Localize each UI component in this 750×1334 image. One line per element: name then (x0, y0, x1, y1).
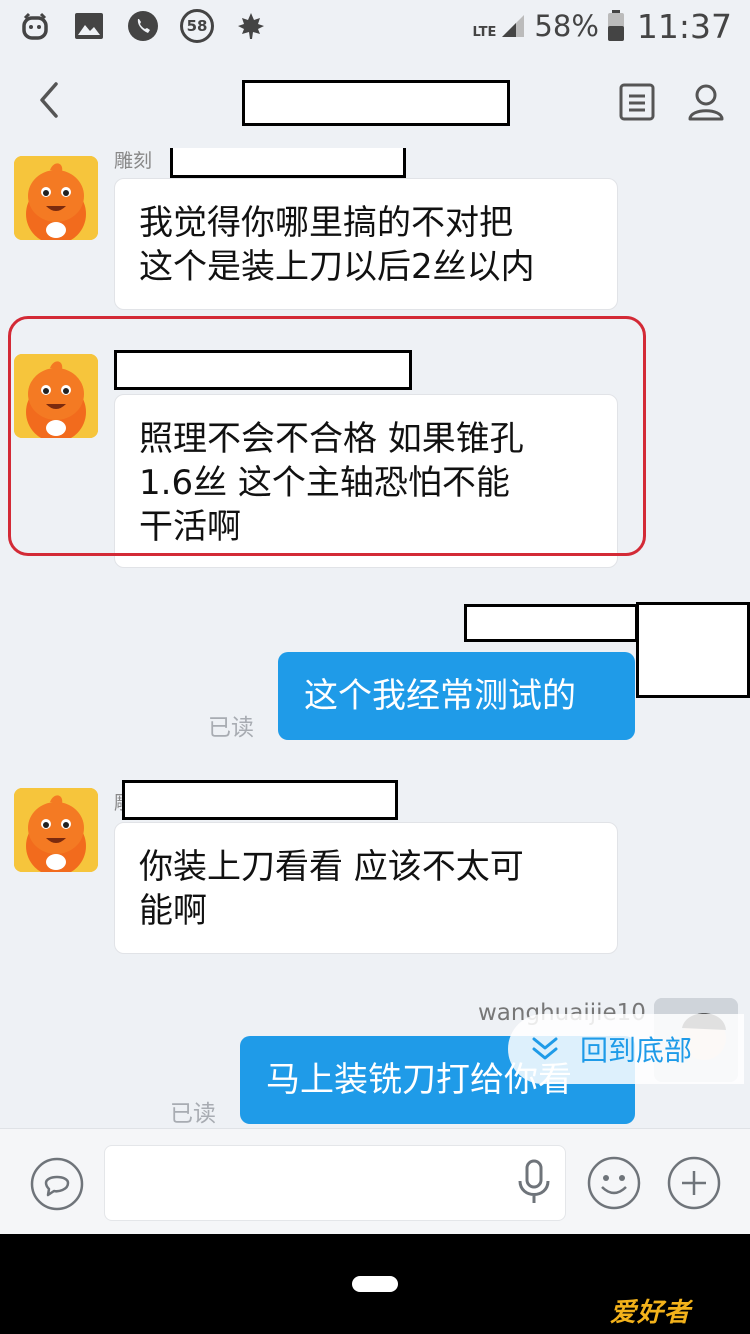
microphone-icon[interactable] (516, 1159, 552, 1205)
message-input[interactable] (104, 1145, 566, 1221)
sender-name: 雕刻 (114, 150, 153, 172)
chat-header (0, 52, 750, 148)
emoji-icon[interactable] (586, 1155, 642, 1211)
redacted-sender-name (122, 780, 398, 820)
message-list[interactable]: 雕刻 我觉得你哪里搞的不对把 这个是装上刀以后2丝以内 照理不会不合格 如果锥孔… (0, 148, 750, 1128)
scroll-to-bottom-label: 回到底部 (580, 1034, 693, 1067)
red-highlight-outline (8, 316, 646, 556)
robot-icon (18, 9, 52, 43)
battery-icon (607, 10, 624, 41)
redacted-my-name (464, 604, 638, 642)
maple-leaf-icon (234, 9, 268, 43)
signal-icon: LTE (473, 13, 527, 39)
scroll-to-bottom-button[interactable]: 回到底部 (508, 1014, 744, 1084)
redacted-my-avatar (636, 602, 750, 698)
sender-avatar[interactable] (14, 788, 98, 872)
back-button[interactable] (30, 80, 70, 120)
profile-icon[interactable] (686, 82, 726, 122)
image-icon (72, 9, 106, 43)
read-receipt: 已读 (170, 1101, 216, 1127)
group-notice-icon[interactable] (618, 82, 656, 122)
voice-chat-toggle-icon[interactable] (30, 1157, 84, 1211)
system-nav-bar: 爱好者 (0, 1234, 750, 1334)
incoming-message[interactable]: 我觉得你哪里搞的不对把 这个是装上刀以后2丝以内 (114, 178, 618, 310)
clock: 11:37 (636, 6, 732, 46)
redacted-sender-name (170, 148, 406, 178)
status-bar: 58 LTE 58% 11:37 (0, 0, 750, 52)
redacted-chat-title (242, 80, 510, 126)
sender-avatar[interactable] (14, 156, 98, 240)
read-receipt: 已读 (208, 715, 254, 741)
outgoing-message[interactable]: 这个我经常测试的 (278, 652, 635, 740)
double-chevron-down-icon (532, 1037, 558, 1060)
app-58-icon: 58 (180, 9, 214, 43)
home-button[interactable] (352, 1276, 398, 1292)
battery-percent: 58% (534, 9, 599, 43)
watermark: 爱好者 (610, 1298, 692, 1328)
phone-icon (126, 9, 160, 43)
input-bar (0, 1128, 750, 1234)
plus-icon[interactable] (666, 1155, 722, 1211)
incoming-message[interactable]: 你装上刀看看 应该不太可 能啊 (114, 822, 618, 954)
